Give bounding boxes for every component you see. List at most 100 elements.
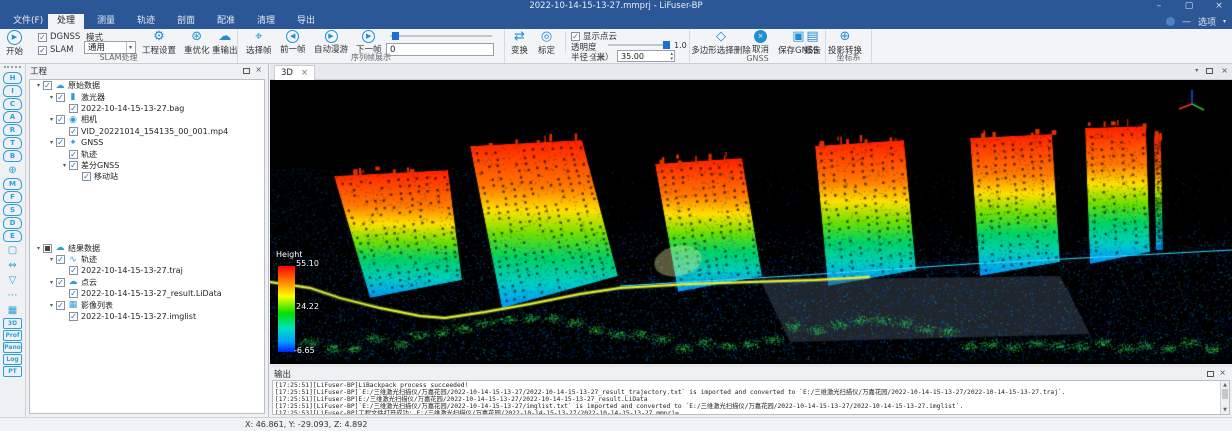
image-view-tool-icon[interactable]: ▦ (2, 303, 24, 317)
log-tool-icon[interactable]: Log (3, 354, 22, 365)
minimize-button[interactable]: – (1146, 0, 1172, 13)
close-button[interactable]: × (1206, 0, 1232, 13)
tree-checkbox[interactable]: ✓ (69, 150, 78, 159)
tree-item[interactable]: ✓移动站 (30, 171, 264, 182)
tree-expander-icon[interactable]: ▾ (34, 245, 43, 252)
pointcloud-canvas[interactable] (270, 80, 1232, 364)
menu-tab-item[interactable]: 清理 (248, 14, 284, 29)
tree-checkbox[interactable]: ✓ (56, 115, 65, 124)
tree-item[interactable]: ▾✓☁点云 (30, 277, 264, 288)
scroll-up-icon[interactable]: ▲ (1221, 382, 1229, 388)
menu-tab-active[interactable]: 处理 (48, 14, 84, 29)
tree-expander-icon[interactable]: ▾ (47, 256, 56, 263)
tree-item[interactable]: ▾✓∿轨迹 (30, 254, 264, 265)
tree-item[interactable]: ▾✓▮激光器 (30, 91, 264, 102)
menu-tab-item[interactable]: 剖面 (168, 14, 204, 29)
tree-checkbox[interactable]: ✓ (69, 312, 78, 321)
cancel-button[interactable]: × 取消 (752, 30, 769, 55)
frame-slider[interactable] (390, 32, 492, 40)
opacity-slider-handle[interactable] (663, 41, 670, 49)
scroll-down-icon[interactable]: ▼ (1221, 407, 1229, 413)
view-3d-tool-icon[interactable]: 3D (3, 318, 22, 329)
cloud-tool-f-icon[interactable]: F (3, 191, 22, 203)
panel-float-icon[interactable] (243, 68, 250, 74)
tree-item[interactable]: ✓2022-10-14-15-13-27.bag (30, 103, 264, 114)
tab-close-icon[interactable]: × (301, 66, 308, 80)
tree-expander-icon[interactable]: ▾ (34, 82, 43, 89)
cloud-tool-a-icon[interactable]: A (3, 111, 22, 123)
cloud-tool-r-icon[interactable]: R (3, 124, 22, 136)
scroll-thumb[interactable] (1222, 389, 1228, 399)
tree-checkbox[interactable]: ✓ (69, 104, 78, 113)
wireframe-view-tool-icon[interactable]: ▽ (2, 273, 24, 287)
tree-checkbox[interactable]: ✓ (56, 255, 65, 264)
options-button[interactable]: 选项 (1198, 15, 1216, 28)
cloud-tool-e-icon[interactable]: E (3, 230, 22, 242)
tree-checkbox[interactable]: ✓ (69, 127, 78, 136)
maximize-button[interactable]: ▢ (1176, 0, 1202, 13)
cloud-tool-c-icon[interactable]: C (3, 98, 22, 110)
tree-expander-icon[interactable]: ▾ (47, 94, 56, 101)
tree-expander-icon[interactable]: ▾ (47, 116, 56, 123)
output-scrollbar[interactable]: ▲ ▼ (1220, 381, 1229, 414)
tree-checkbox[interactable]: ✓ (43, 81, 52, 90)
point-size-tool-icon[interactable]: ⋯ (2, 288, 24, 302)
tree-item[interactable]: ✓轨迹 (30, 148, 264, 159)
cloud-tool-m-icon[interactable]: M (3, 178, 22, 190)
menu-tab-item[interactable]: 轨迹 (128, 14, 164, 29)
tree-checkbox[interactable]: ✓ (69, 266, 78, 275)
tree-checkbox[interactable]: ✓ (56, 138, 65, 147)
polygon-delete-button[interactable]: ◇ 多边形选择删除 (692, 30, 750, 56)
output-close-icon[interactable]: × (1219, 368, 1226, 377)
tabbar-caret-icon[interactable]: ▾ (1195, 67, 1198, 74)
toolstrip-grip[interactable] (4, 66, 21, 71)
tree-checkbox[interactable]: ✓ (56, 301, 65, 310)
menu-tab-item[interactable]: 测量 (88, 14, 124, 29)
fit-view-tool-icon[interactable]: ⇔ (2, 258, 24, 272)
tree-checkbox[interactable]: ✓ (69, 161, 78, 170)
help-icon[interactable] (1166, 17, 1175, 26)
tree-item[interactable]: ▾☁结果数据 (30, 243, 264, 254)
tree-expander-icon[interactable]: ▾ (47, 139, 56, 146)
tab-3d[interactable]: 3D × (274, 65, 315, 80)
ortho-view-tool-icon[interactable]: ▢ (2, 243, 24, 257)
tree-checkbox[interactable]: ✓ (69, 289, 78, 298)
cloud-tool-s-icon[interactable]: S (3, 204, 22, 216)
opacity-slider[interactable] (608, 41, 670, 49)
tree-item[interactable]: ▾✓◉相机 (30, 114, 264, 125)
tree-expander-icon[interactable]: ▾ (47, 279, 56, 286)
report-button[interactable]: ▤ 报告 (804, 30, 821, 56)
tree-item[interactable]: ▾✓✦GNSS (30, 137, 264, 148)
menu-tab-item[interactable]: 配准 (208, 14, 244, 29)
viewport-3d[interactable]: Height 55.10 24.22 -6.65 (270, 80, 1232, 364)
cloud-tool-b-icon[interactable]: B (3, 150, 22, 162)
tree-item[interactable]: ▾✓▦影像列表 (30, 299, 264, 310)
menu-file[interactable]: 文件(F) (4, 14, 52, 29)
tree-item[interactable]: ✓2022-10-14-15-13-27.traj (30, 265, 264, 276)
options-caret-icon[interactable]: ▾ (1223, 18, 1226, 25)
tabbar-close-icon[interactable]: × (1221, 66, 1228, 75)
tree-item[interactable]: ✓2022-10-14-15-13-27_result.LiData (30, 288, 264, 299)
tree-expander-icon[interactable]: ▾ (60, 162, 69, 169)
frame-slider-handle[interactable] (392, 32, 399, 40)
globe-tool-icon[interactable]: ⊕ (2, 163, 24, 177)
dgnss-checkbox[interactable]: ✓ DGNSS (38, 32, 80, 42)
tree-item[interactable]: ▾✓☁原始数据 (30, 80, 264, 91)
cloud-tool-h-icon[interactable]: H (3, 72, 22, 84)
cloud-tool-t-icon[interactable]: T (3, 137, 22, 149)
tree-item[interactable]: ✓2022-10-14-15-13-27.imglist (30, 311, 264, 322)
tree-checkbox[interactable]: ✓ (82, 172, 91, 181)
cloud-tool-d-icon[interactable]: D (3, 217, 22, 229)
tabbar-float-icon[interactable] (1206, 68, 1213, 74)
tree-item[interactable]: ✓VID_20221014_154135_00_001.mp4 (30, 126, 264, 137)
profile-tool-icon[interactable]: Prof (3, 330, 22, 341)
pt-tool-icon[interactable]: PT (3, 366, 22, 377)
panel-close-icon[interactable]: × (255, 65, 262, 74)
tree-checkbox[interactable]: ✓ (56, 93, 65, 102)
menu-tab-item[interactable]: 导出 (288, 14, 324, 29)
tree-checkbox[interactable]: ✓ (56, 278, 65, 287)
tree-item[interactable]: ▾✓差分GNSS (30, 160, 264, 171)
tree-expander-icon[interactable]: ▾ (47, 302, 56, 309)
tree-checkbox[interactable] (43, 244, 52, 253)
cloud-tool-i-icon[interactable]: I (3, 85, 22, 97)
